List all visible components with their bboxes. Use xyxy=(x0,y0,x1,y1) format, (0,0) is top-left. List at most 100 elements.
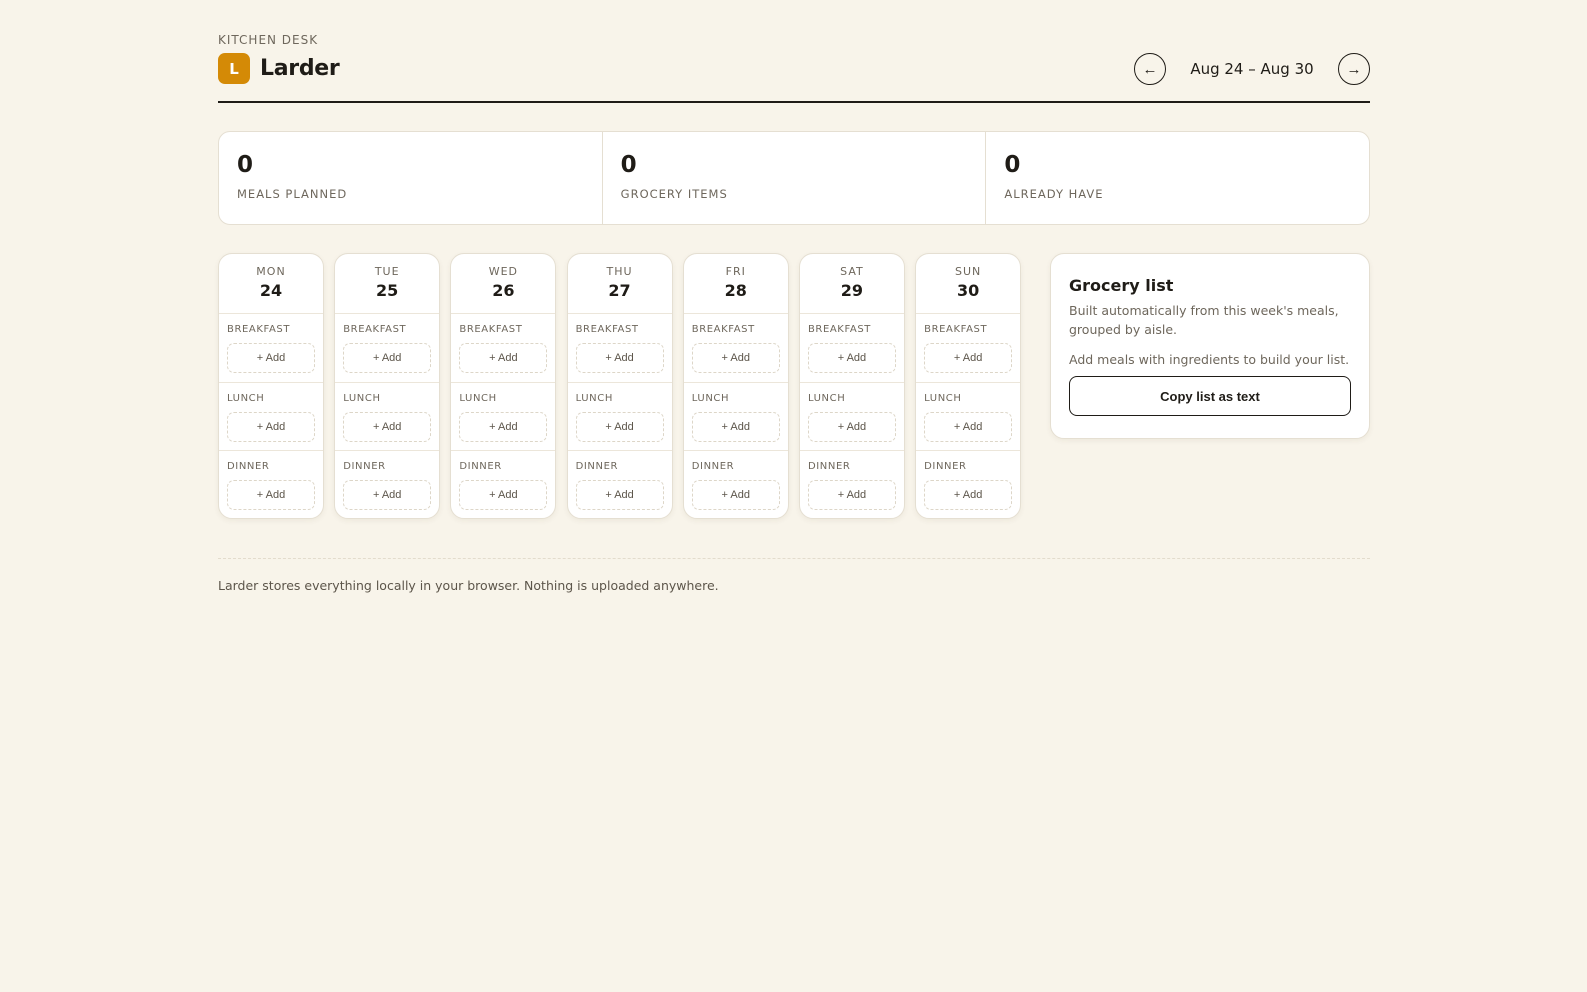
add-meal-button[interactable]: + Add xyxy=(459,412,548,442)
add-meal-button[interactable]: + Add xyxy=(924,412,1013,442)
day-name: WED xyxy=(488,265,519,278)
eyebrow-label: KITCHEN DESK xyxy=(218,33,319,47)
slot-label: DINNER xyxy=(575,461,619,472)
day-number: 25 xyxy=(376,281,399,300)
week-range-label: Aug 24 – Aug 30 xyxy=(1190,60,1314,78)
dinner-slot: DINNER + Add xyxy=(335,450,440,518)
day-column-mon: MON 24 BREAKFAST + Add LUNCH + Add DINNE… xyxy=(218,253,324,519)
breakfast-slot: BREAKFAST + Add xyxy=(219,314,323,382)
day-number: 26 xyxy=(492,281,515,300)
add-meal-button[interactable]: + Add xyxy=(691,343,780,373)
previous-week-button[interactable]: ← xyxy=(1134,53,1166,85)
add-meal-button[interactable]: + Add xyxy=(691,480,780,510)
slot-label: LUNCH xyxy=(459,393,497,404)
add-meal-button[interactable]: + Add xyxy=(924,480,1013,510)
lunch-slot: LUNCH + Add xyxy=(335,382,440,450)
day-name: SUN xyxy=(954,265,982,278)
arrow-left-icon: ← xyxy=(1142,60,1158,78)
day-number: 29 xyxy=(840,281,864,300)
add-meal-button[interactable]: + Add xyxy=(459,343,548,373)
add-meal-button[interactable]: + Add xyxy=(227,480,315,510)
dinner-slot: DINNER + Add xyxy=(567,450,672,518)
add-meal-button[interactable]: + Add xyxy=(227,343,315,373)
slot-label: DINNER xyxy=(807,461,851,472)
day-column-fri: FRI 28 BREAKFAST + Add LUNCH + Add DINNE… xyxy=(682,253,789,519)
stat-meals-planned: 0 MEALS PLANNED xyxy=(219,132,602,224)
footer-note: Larder stores everything locally in your… xyxy=(218,558,1370,593)
stat-value: 0 xyxy=(1004,152,1021,178)
day-name: MON xyxy=(256,265,286,278)
slot-label: LUNCH xyxy=(691,393,730,404)
add-meal-button[interactable]: + Add xyxy=(691,412,780,442)
slot-label: LUNCH xyxy=(227,393,265,404)
add-meal-button[interactable]: + Add xyxy=(575,343,664,373)
day-header: FRI 28 xyxy=(683,254,788,314)
slot-label: BREAKFAST xyxy=(575,324,639,335)
stat-label: GROCERY ITEMS xyxy=(620,187,728,201)
add-meal-button[interactable]: + Add xyxy=(343,343,432,373)
stat-already-have: 0 ALREADY HAVE xyxy=(985,132,1369,224)
page-header: KITCHEN DESK L Larder ← Aug 24 – Aug 30 … xyxy=(218,0,1370,103)
lunch-slot: LUNCH + Add xyxy=(219,382,323,450)
add-meal-button[interactable]: + Add xyxy=(924,343,1013,373)
day-column-sat: SAT 29 BREAKFAST + Add LUNCH + Add DINNE… xyxy=(798,253,905,519)
add-meal-button[interactable]: + Add xyxy=(807,343,896,373)
day-header: SUN 30 xyxy=(916,254,1021,314)
slot-label: BREAKFAST xyxy=(343,324,407,335)
slot-label: BREAKFAST xyxy=(227,324,291,335)
slot-label: BREAKFAST xyxy=(924,324,988,335)
day-column-tue: TUE 25 BREAKFAST + Add LUNCH + Add DINNE… xyxy=(334,253,441,519)
day-header: THU 27 xyxy=(567,254,672,314)
dinner-slot: DINNER + Add xyxy=(219,450,323,518)
breakfast-slot: BREAKFAST + Add xyxy=(335,314,439,382)
day-header: WED 26 xyxy=(451,254,556,314)
brand: L Larder xyxy=(218,53,340,84)
day-number: 28 xyxy=(724,281,747,300)
day-number: 30 xyxy=(956,281,980,300)
dinner-slot: DINNER + Add xyxy=(916,450,1021,518)
day-number: 24 xyxy=(259,281,283,300)
add-meal-button[interactable]: + Add xyxy=(227,412,315,442)
day-header: SAT 29 xyxy=(799,254,904,314)
day-column-sun: SUN 30 BREAKFAST + Add LUNCH + Add DINNE… xyxy=(915,253,1022,519)
dinner-slot: DINNER + Add xyxy=(451,450,556,518)
breakfast-slot: BREAKFAST + Add xyxy=(916,314,1020,382)
breakfast-slot: BREAKFAST + Add xyxy=(568,314,672,382)
lunch-slot: LUNCH + Add xyxy=(683,382,788,450)
add-meal-button[interactable]: + Add xyxy=(343,412,432,442)
grocery-list-panel: Grocery list Built automatically from th… xyxy=(1050,253,1370,439)
arrow-right-icon: → xyxy=(1346,60,1362,78)
add-meal-button[interactable]: + Add xyxy=(807,480,896,510)
next-week-button[interactable]: → xyxy=(1338,53,1370,85)
copy-list-button[interactable]: Copy list as text xyxy=(1069,376,1351,416)
logo-icon: L xyxy=(218,53,250,84)
day-name: FRI xyxy=(725,265,746,278)
stats-panel: 0 MEALS PLANNED 0 GROCERY ITEMS 0 ALREAD… xyxy=(218,131,1370,225)
day-name: SAT xyxy=(840,265,864,278)
dinner-slot: DINNER + Add xyxy=(683,450,788,518)
add-meal-button[interactable]: + Add xyxy=(459,480,548,510)
breakfast-slot: BREAKFAST + Add xyxy=(684,314,788,382)
grocery-empty-state: Add meals with ingredients to build your… xyxy=(1069,352,1350,367)
slot-label: BREAKFAST xyxy=(459,324,523,335)
day-name: THU xyxy=(606,265,633,278)
day-header: MON 24 xyxy=(219,254,323,314)
breakfast-slot: BREAKFAST + Add xyxy=(800,314,904,382)
add-meal-button[interactable]: + Add xyxy=(807,412,896,442)
add-meal-button[interactable]: + Add xyxy=(575,412,664,442)
add-meal-button[interactable]: + Add xyxy=(575,480,664,510)
slot-label: LUNCH xyxy=(807,393,846,404)
slot-label: DINNER xyxy=(459,461,502,472)
day-header: TUE 25 xyxy=(335,254,440,314)
stat-grocery-items: 0 GROCERY ITEMS xyxy=(601,132,986,224)
week-planner: MON 24 BREAKFAST + Add LUNCH + Add DINNE… xyxy=(218,253,1031,519)
grocery-title: Grocery list xyxy=(1069,276,1174,295)
slot-label: DINNER xyxy=(227,461,270,472)
slot-label: LUNCH xyxy=(575,393,613,404)
add-meal-button[interactable]: + Add xyxy=(343,480,432,510)
slot-label: DINNER xyxy=(691,461,735,472)
day-name: TUE xyxy=(374,265,400,278)
app-container: KITCHEN DESK L Larder ← Aug 24 – Aug 30 … xyxy=(218,0,1370,593)
lunch-slot: LUNCH + Add xyxy=(567,382,672,450)
lunch-slot: LUNCH + Add xyxy=(799,382,904,450)
